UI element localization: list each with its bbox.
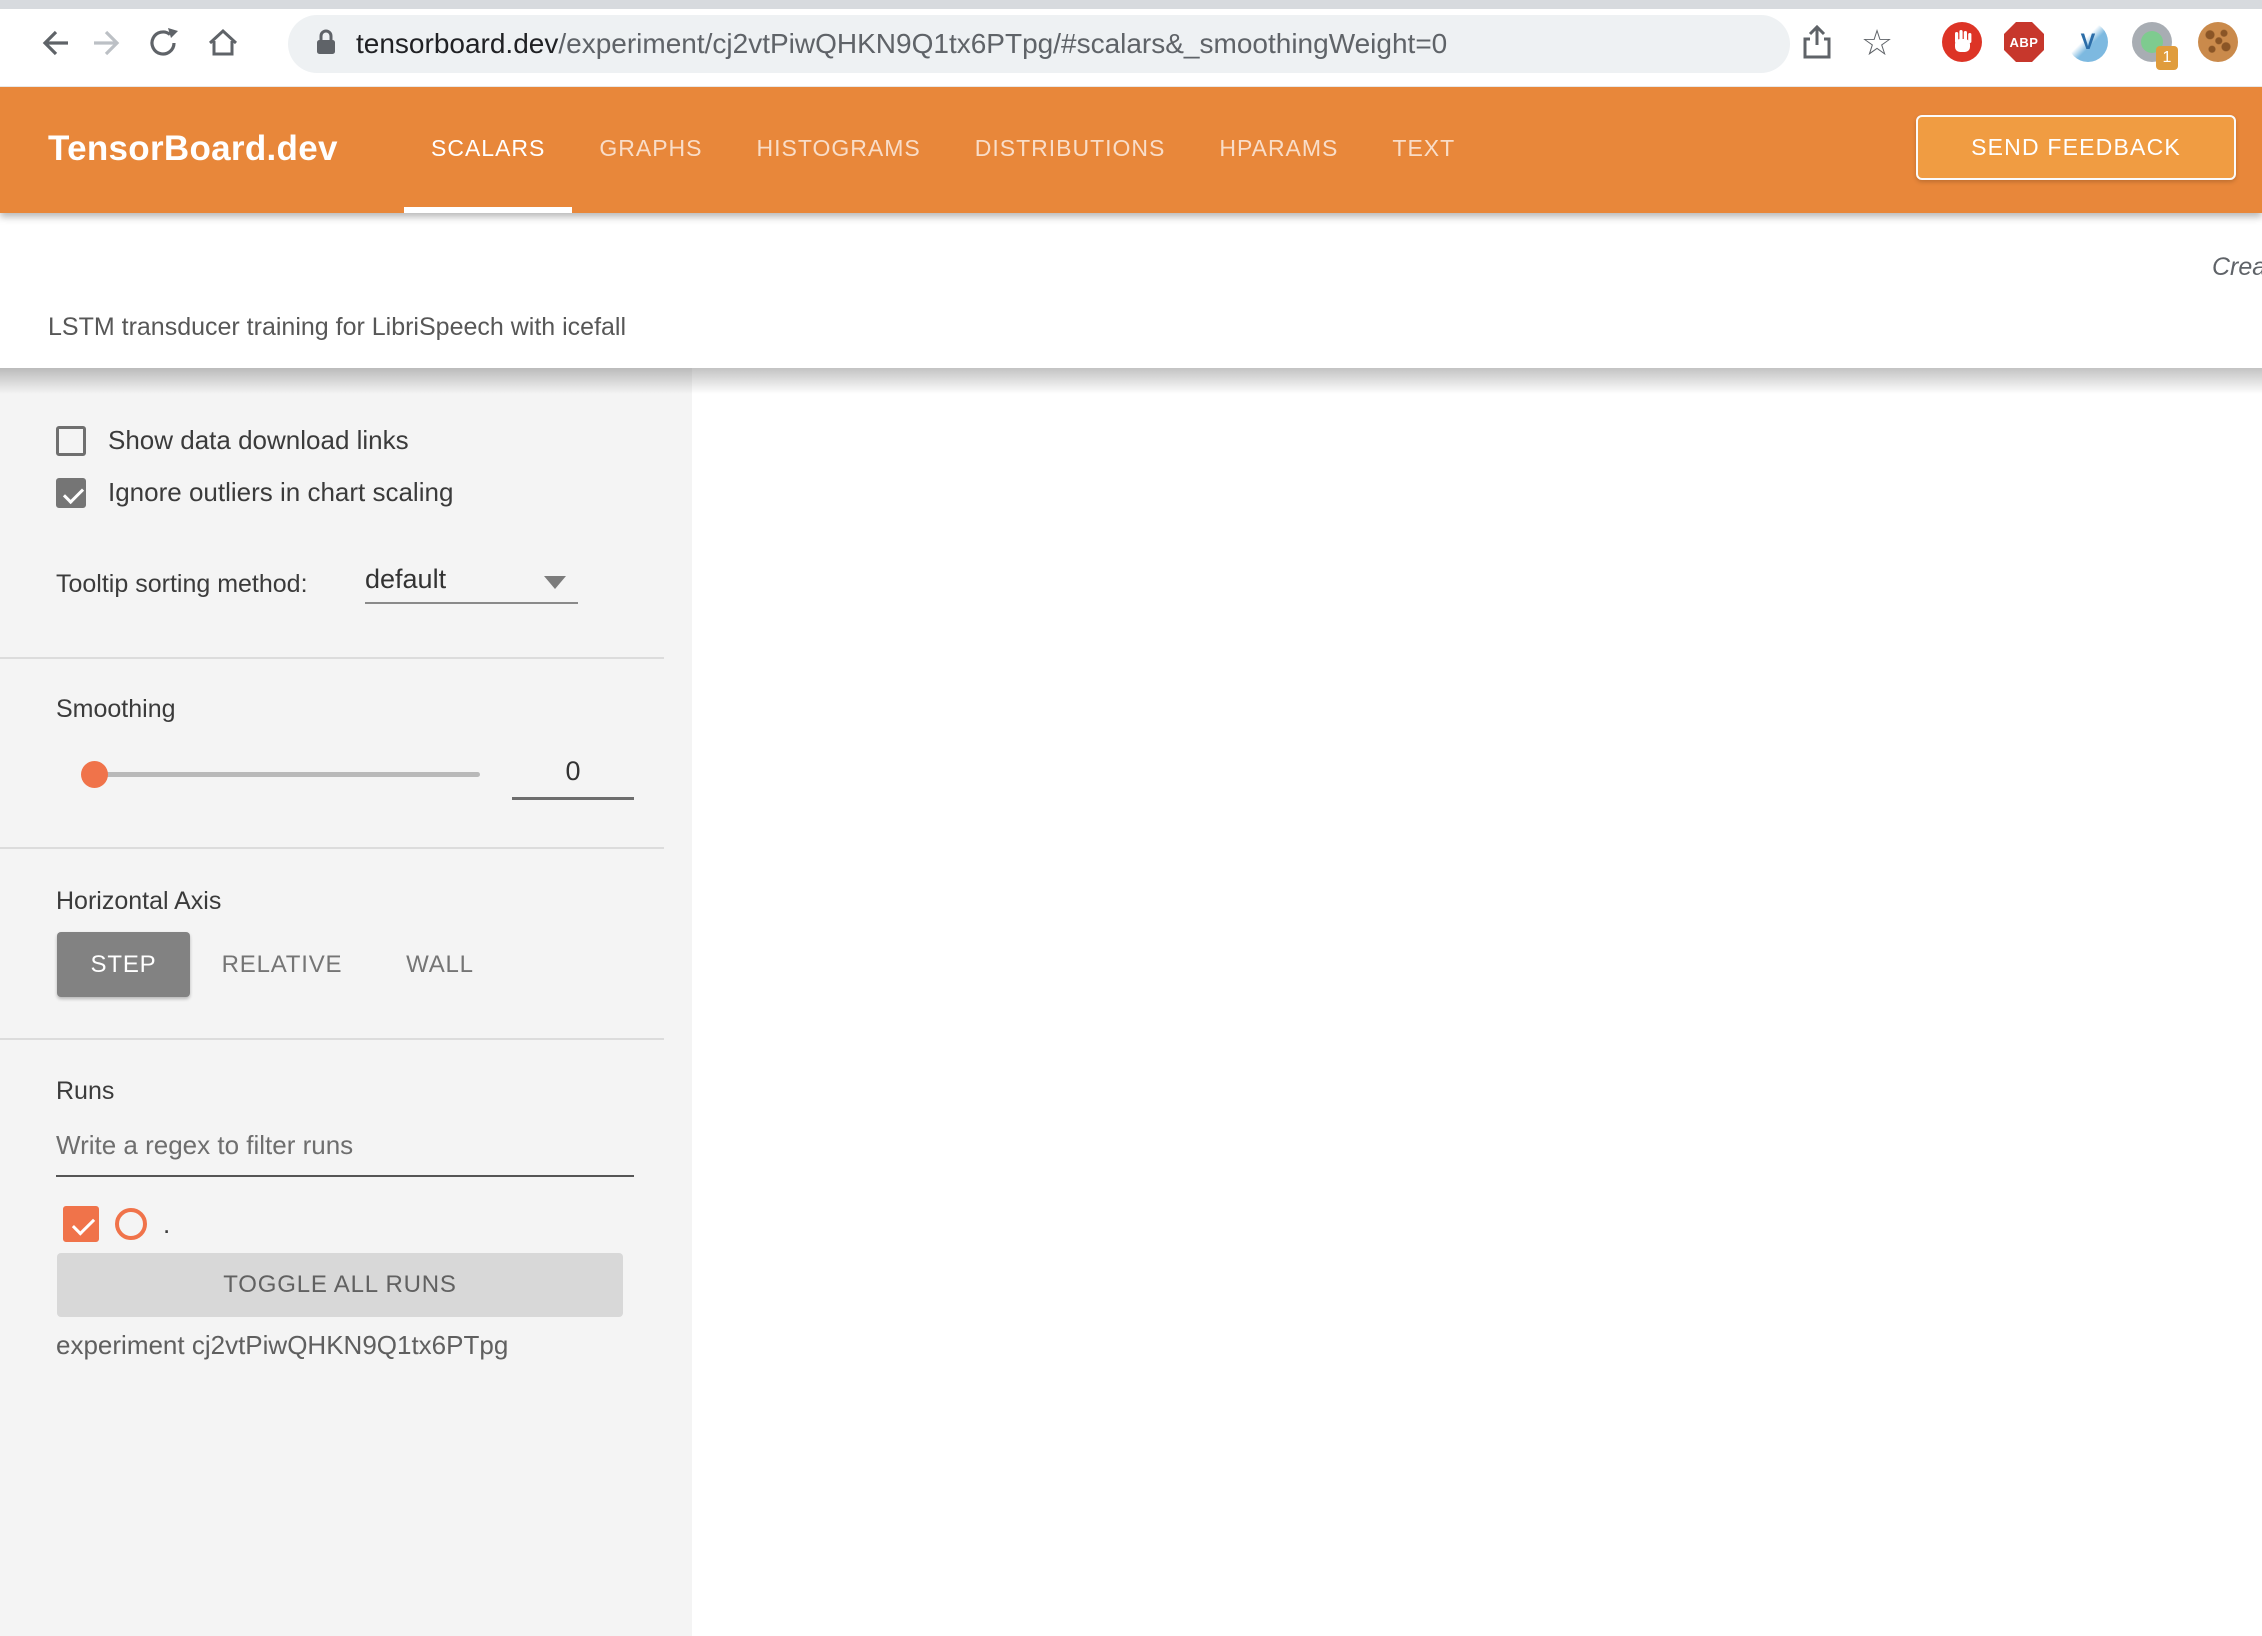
tab-distributions[interactable]: DISTRIBUTIONS [948,84,1193,213]
axis-wall-button[interactable]: WALL [400,932,480,997]
ignore-outliers-row[interactable]: Ignore outliers in chart scaling [56,477,453,508]
experiment-titlebar: Crea LSTM transducer training for LibriS… [0,213,2262,368]
reload-icon[interactable] [144,24,182,62]
experiment-title: LSTM transducer training for LibriSpeech… [48,313,626,342]
screen: tensorboard.dev/experiment/cj2vtPiwQHKN9… [0,0,2262,1636]
checkbox-unchecked-icon[interactable] [56,426,86,456]
browser-top-strip [0,0,2262,9]
extension-badge: 1 [2156,46,2178,70]
runs-label: Runs [56,1077,114,1106]
back-icon[interactable] [36,24,74,62]
star-icon[interactable]: ☆ [1858,24,1896,62]
tab-bar: SCALARS GRAPHS HISTOGRAMS DISTRIBUTIONS … [404,84,1482,213]
checkbox-checked-icon[interactable] [56,478,86,508]
v-extension-icon[interactable]: V [2068,22,2108,62]
send-feedback-button[interactable]: SEND FEEDBACK [1916,115,2236,180]
url-bar[interactable]: tensorboard.dev/experiment/cj2vtPiwQHKN9… [288,15,1790,73]
share-icon[interactable] [1798,24,1836,62]
stop-hand-extension-icon[interactable] [1942,22,1982,62]
smoothing-value-input[interactable] [512,756,634,800]
smoothing-label: Smoothing [56,695,176,724]
show-download-links-label: Show data download links [108,425,409,456]
run-row[interactable]: . [63,1206,170,1242]
ignore-outliers-label: Ignore outliers in chart scaling [108,477,453,508]
horizontal-axis-label: Horizontal Axis [56,887,221,916]
sync-extension-icon[interactable]: 1 [2132,22,2172,62]
charts-panel [692,340,2262,1636]
browser-toolbar: tensorboard.dev/experiment/cj2vtPiwQHKN9… [0,0,2262,87]
axis-relative-button[interactable]: RELATIVE [222,932,342,997]
tab-text[interactable]: TEXT [1365,84,1482,213]
created-text-partial: Crea [2212,253,2262,282]
axis-step-button[interactable]: STEP [57,932,190,997]
tab-graphs[interactable]: GRAPHS [572,84,729,213]
dropdown-arrow-icon [544,576,566,589]
tab-scalars[interactable]: SCALARS [404,84,572,213]
url-text: tensorboard.dev/experiment/cj2vtPiwQHKN9… [356,28,1447,60]
cookie-extension-icon[interactable] [2198,22,2238,62]
tooltip-sorting-dropdown[interactable]: default [365,564,578,595]
smoothing-slider-thumb[interactable] [81,761,108,788]
run-name: . [163,1209,170,1240]
dropdown-underline [365,602,578,604]
run-checkbox-icon[interactable] [63,1206,99,1242]
tooltip-sorting-value: default [365,564,446,594]
lock-icon [314,27,338,62]
tab-histograms[interactable]: HISTOGRAMS [730,84,948,213]
experiment-run-name: experiment cj2vtPiwQHKN9Q1tx6PTpg [56,1330,508,1361]
home-icon[interactable] [204,24,242,62]
run-color-circle-icon [115,1208,147,1240]
forward-icon[interactable] [88,24,126,62]
show-download-links-row[interactable]: Show data download links [56,425,409,456]
tooltip-sorting-label: Tooltip sorting method: [56,570,308,599]
toggle-all-runs-button[interactable]: TOGGLE ALL RUNS [57,1253,623,1317]
runs-filter-input[interactable] [56,1130,634,1177]
tab-hparams[interactable]: HPARAMS [1192,84,1365,213]
tensorboard-logo: TensorBoard.dev [48,84,338,213]
settings-sidebar: Show data download links Ignore outliers… [0,368,692,1636]
abp-extension-icon[interactable]: ABP [2004,22,2044,62]
tensorboard-header: TensorBoard.dev SCALARS GRAPHS HISTOGRAM… [0,84,2262,213]
smoothing-slider[interactable] [85,772,480,777]
